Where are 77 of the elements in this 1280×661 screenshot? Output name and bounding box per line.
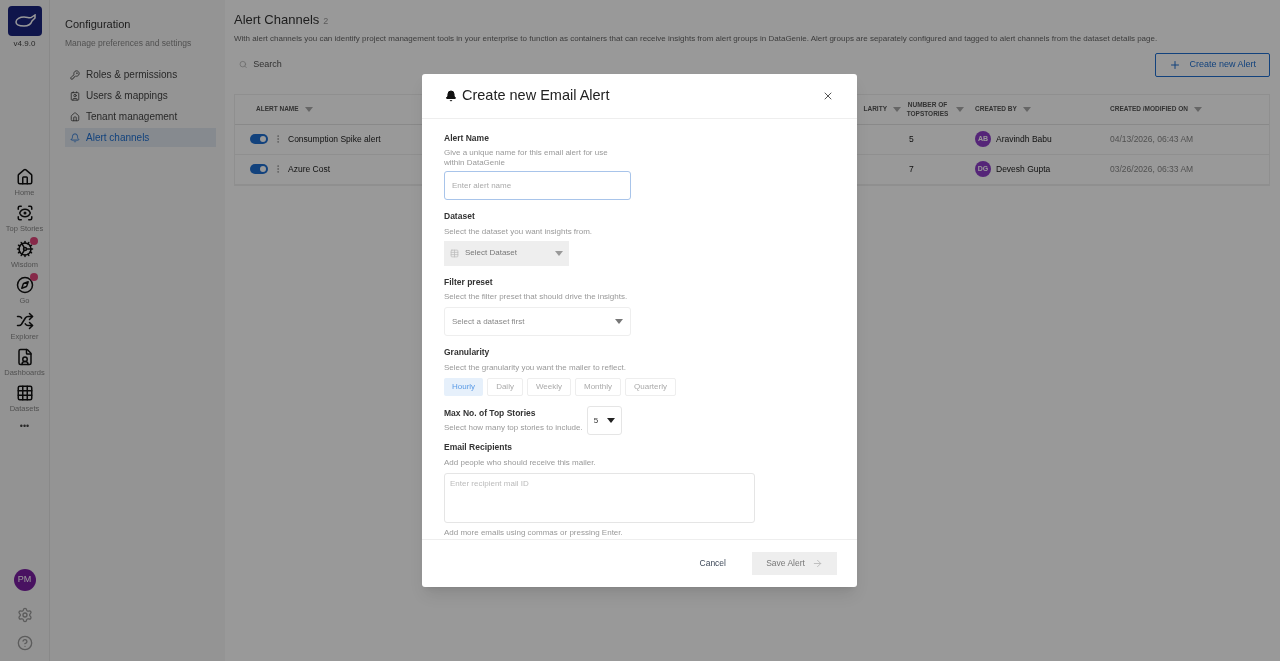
caret-icon [1022,106,1031,112]
gear-icon [15,240,34,258]
caret-icon [555,250,563,256]
field-label: Dataset [444,209,476,223]
caret-icon [893,106,901,112]
filter-select[interactable]: Select a dataset first [444,307,631,337]
report-icon [15,348,34,366]
eye-icon [15,204,34,222]
caret-icon [1193,106,1202,112]
panel-title: Configuration [65,17,132,32]
bell-icon [70,132,80,143]
granularity-option[interactable]: Quarterly [625,378,676,397]
field-help: Select the dataset you want insights from. [444,225,594,238]
caret-icon [615,319,623,325]
settings-item[interactable]: Users & mappings [65,86,216,106]
grid-icon [15,384,34,402]
date-cell-text: 04/13/2026, 06:43 AM [1109,132,1195,146]
contact-card-icon [70,90,80,101]
toggle-switch[interactable] [250,164,268,174]
help-icon[interactable] [16,635,33,651]
topstories-cell-text: 5 [908,132,915,146]
version-label: v4.9.0 [13,38,36,50]
creator-name: Aravindh Babu [996,132,1052,146]
field-label: Alert Name [444,132,490,145]
topstories-cell-text: 7 [908,162,915,176]
caret-icon [304,106,313,112]
panel-subtitle: Manage preferences and settings [65,36,193,50]
caret-icon [956,106,964,112]
field-help: Add people who should receive this mailer. [444,456,597,469]
home-icon [70,111,80,122]
field-label: Email Recipients [444,441,514,454]
settings-item[interactable]: Tenant management [65,107,216,127]
granularity-option[interactable]: Monthly [575,378,621,397]
dialog-title: Create new Email Alert [462,86,610,106]
shuffle-icon [15,312,34,330]
creator-name: Devesh Gupta [996,162,1051,176]
field-label: Max No. of Top Stories [444,407,537,421]
key-icon [70,69,80,80]
table-icon [450,248,459,258]
user-avatar[interactable]: PM [13,569,36,591]
search-field[interactable]: Search [234,54,434,75]
field-help: Select the filter preset that should drive the insights. [444,291,629,304]
field-help: Select how many top stories to include. [444,422,583,435]
alert-name: Consumption Spike alert [288,132,381,146]
max-stories-select[interactable]: 5 [586,406,622,436]
search-input[interactable]: Search [253,57,429,72]
field-label: Granularity [444,346,491,360]
home-icon [15,168,34,186]
count-label: 2 [323,15,329,28]
field-note: Add more emails using commas or pressing Enter. [444,526,624,539]
create-alert-button[interactable]: Create new Alert [1155,52,1270,77]
settings-item[interactable]: Alert channels [65,128,216,148]
settings-item[interactable]: Roles & permissions [65,65,216,85]
granularity-option[interactable]: Weekly [526,378,571,397]
page-title: Alert Channels [234,11,320,29]
toggle-switch[interactable] [250,134,268,144]
arrow-right-icon [811,557,823,569]
app-logo[interactable] [7,6,42,36]
compass-icon [15,276,34,294]
page-description: With alert channels you can identify project management tools in your enterprise to function as containers that can receive insights from alert groups in DataGenie. Alert groups are separately configured and tagged to alert channels from the dataset details page. [234,32,1159,45]
field-label: Filter preset [444,275,494,289]
date-cell-text: 03/26/2026, 06:33 AM [1109,162,1195,176]
alert-name-field[interactable]: Enter alert name [444,170,631,200]
granularity-option[interactable]: Daily [487,378,523,397]
alert-name: Azure Cost [288,162,331,176]
more-label[interactable]: ••• [19,420,30,434]
dataset-select[interactable]: Select Dataset [444,240,569,266]
bell-icon [445,90,457,103]
granularity-option[interactable]: Hourly [444,378,484,397]
cancel-button[interactable]: Cancel [695,553,730,574]
save-alert-button[interactable]: Save Alert [752,551,837,575]
field-help: Give a unique name for this email alert for use within DataGenie [444,147,609,168]
caret-icon [606,418,615,424]
field-help: Select the granularity you want the mailer to reflect. [444,362,627,375]
settings-icon[interactable] [16,607,33,623]
plus-icon [1169,58,1182,71]
search-icon [239,60,248,69]
